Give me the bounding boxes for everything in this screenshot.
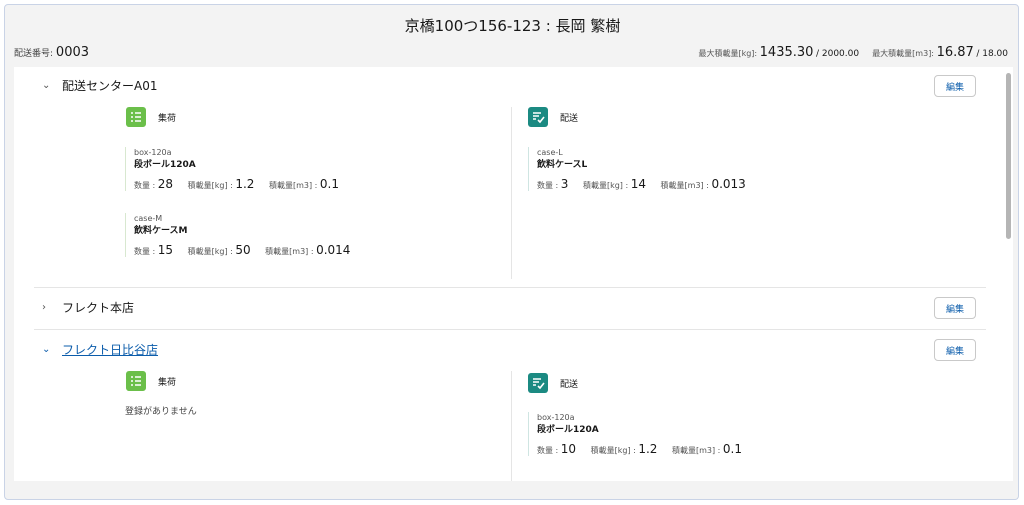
m3-value: 0.014 (316, 243, 351, 257)
pickup-list-icon (126, 371, 146, 391)
qty-label: 数量 : (537, 446, 561, 455)
kg-value: 50 (235, 243, 251, 257)
capacity-summary: 最大積載量[kg]: 1435.30 / 2000.00 最大積載量[m3]: … (698, 45, 1008, 60)
item-code: box-120a (134, 148, 172, 157)
qty-value: 10 (560, 442, 577, 456)
scrollbar[interactable] (1006, 73, 1011, 239)
column-divider (511, 371, 512, 481)
pickup-label: 集荷 (158, 377, 177, 388)
item-code: case-L (537, 148, 563, 157)
item-fields: 数量 : 3 積載量[kg] : 14 積載量[m3] : 0.013 (537, 177, 758, 191)
delivery-label: 配送 (560, 379, 579, 390)
item-name: 段ボール120A (537, 425, 599, 435)
chevron-down-icon: ⌄ (42, 343, 51, 355)
section-title-link[interactable]: フレクト日比谷店 (62, 341, 158, 358)
m3-label: 積載量[m3] : (268, 181, 320, 190)
page-title: 京橋100つ156-123 : 長岡 繁樹 (404, 17, 621, 35)
chevron-down-icon: ⌄ (42, 79, 51, 91)
item-fields: 数量 : 10 積載量[kg] : 1.2 積載量[m3] : 0.1 (537, 442, 754, 456)
empty-message: 登録がありません (125, 407, 197, 417)
kg-label: 積載量[kg] : (187, 181, 236, 190)
edit-button[interactable]: 編集 (934, 297, 976, 319)
pickup-list-icon (126, 107, 146, 127)
delivery-list-icon (528, 107, 548, 127)
item-code: case-M (134, 214, 163, 223)
m3-label: 積載量[m3] : (660, 181, 712, 190)
item-name: 段ボール120A (134, 160, 196, 170)
edit-button[interactable]: 編集 (934, 339, 976, 361)
pickup-header: 集荷 (126, 107, 176, 127)
delivery-window: 京橋100つ156-123 : 長岡 繁樹 配送番号: 0003 最大積載量[k… (4, 4, 1019, 500)
max-kg-value: 1435.30 (759, 45, 814, 60)
m3-label: 積載量[m3] : (265, 247, 317, 256)
section-toggle-honten[interactable]: › フレクト本店 (42, 297, 134, 317)
qty-label: 数量 : (134, 247, 158, 256)
item-name: 飲料ケースM (134, 226, 188, 236)
max-kg-limit: / 2000.00 (815, 49, 860, 59)
kg-value: 1.2 (638, 442, 658, 456)
kg-value: 14 (630, 177, 646, 191)
divider (34, 287, 986, 288)
divider (34, 329, 986, 330)
list-item: box-120a 段ボール120A 数量 : 28 積載量[kg] : 1.2 … (125, 147, 351, 191)
item-code: box-120a (537, 413, 575, 422)
chevron-right-icon: › (42, 301, 46, 313)
item-name: 飲料ケースL (537, 160, 588, 170)
column-divider (511, 107, 512, 279)
m3-value: 0.1 (319, 177, 339, 191)
pickup-header: 集荷 (126, 371, 176, 391)
item-fields: 数量 : 15 積載量[kg] : 50 積載量[m3] : 0.014 (134, 243, 362, 257)
m3-value: 0.1 (722, 442, 742, 456)
max-m3-limit: / 18.00 (976, 49, 1008, 59)
delivery-number-value: 0003 (55, 45, 90, 60)
kg-value: 1.2 (235, 177, 255, 191)
sections-panel[interactable]: ⌄ 配送センターA01 編集 集荷 配送 box-120a 段ボール120A 数… (14, 67, 1013, 481)
kg-label: 積載量[kg] : (582, 181, 631, 190)
delivery-number: 配送番号: 0003 (14, 45, 89, 60)
pickup-label: 集荷 (158, 113, 177, 124)
section-toggle-center-a01[interactable]: ⌄ 配送センターA01 (42, 75, 157, 95)
m3-label: 積載量[m3] : (671, 446, 723, 455)
delivery-label: 配送 (560, 113, 579, 124)
max-kg-label: 最大積載量[kg]: (698, 49, 758, 58)
delivery-header: 配送 (528, 107, 578, 127)
list-item: box-120a 段ボール120A 数量 : 10 積載量[kg] : 1.2 … (528, 412, 754, 456)
list-item: case-L 飲料ケースL 数量 : 3 積載量[kg] : 14 積載量[m3… (528, 147, 758, 191)
kg-label: 積載量[kg] : (187, 247, 236, 256)
delivery-number-label: 配送番号: (14, 49, 54, 59)
qty-value: 3 (560, 177, 569, 191)
qty-label: 数量 : (537, 181, 561, 190)
qty-value: 28 (157, 177, 174, 191)
delivery-list-icon (528, 373, 548, 393)
m3-value: 0.013 (711, 177, 746, 191)
delivery-header: 配送 (528, 373, 578, 393)
max-m3-value: 16.87 (936, 45, 974, 60)
item-fields: 数量 : 28 積載量[kg] : 1.2 積載量[m3] : 0.1 (134, 177, 351, 191)
section-title: 配送センターA01 (62, 78, 158, 93)
edit-button[interactable]: 編集 (934, 75, 976, 97)
qty-value: 15 (157, 243, 174, 257)
section-toggle-hibiya[interactable]: ⌄ フレクト日比谷店 (42, 339, 158, 359)
section-title: フレクト本店 (62, 300, 135, 315)
qty-label: 数量 : (134, 181, 158, 190)
list-item: case-M 飲料ケースM 数量 : 15 積載量[kg] : 50 積載量[m… (125, 213, 362, 257)
max-m3-label: 最大積載量[m3]: (872, 49, 935, 58)
kg-label: 積載量[kg] : (590, 446, 639, 455)
